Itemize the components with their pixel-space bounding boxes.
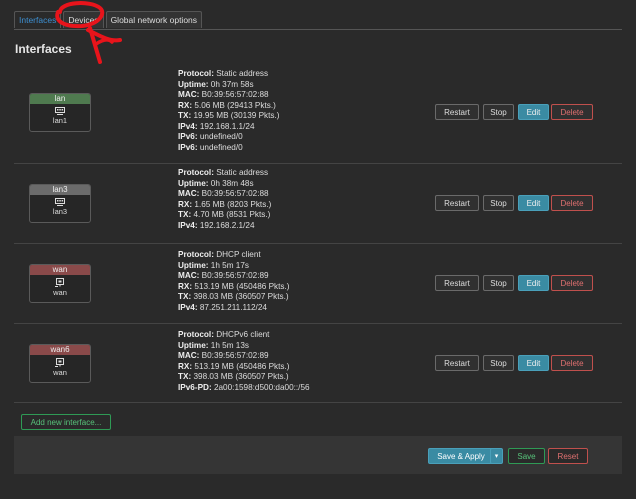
interface-badge-lan3: lan3 lan3 [29,184,91,223]
ethernet-port-icon [30,278,90,287]
tab-bar: Interfaces Devices Global network option… [14,11,204,29]
interface-name: lan3 [30,185,90,195]
interface-info-lan3: Protocol: Static address Uptime: 0h 38m … [178,168,272,230]
interface-device: wan [53,368,67,377]
interface-device: lan1 [52,116,68,125]
stop-button[interactable]: Stop [483,195,514,211]
row-divider [14,323,622,324]
reset-button[interactable]: Reset [548,448,588,464]
delete-button[interactable]: Delete [551,355,593,371]
interface-info-lan: Protocol: Static address Uptime: 0h 37m … [178,69,280,152]
tab-devices[interactable]: Devices [63,11,104,28]
ethernet-port-icon [30,358,90,367]
interface-device: lan3 [52,207,68,216]
switch-icon [30,198,90,206]
stop-button[interactable]: Stop [483,104,514,120]
interface-name: wan [30,265,90,275]
switch-icon [30,107,90,115]
interface-info-wan: Protocol: DHCP client Uptime: 1h 5m 17s … [178,250,290,312]
stop-button[interactable]: Stop [483,355,514,371]
interface-device: wan [53,288,67,297]
add-new-interface-button[interactable]: Add new interface... [21,414,111,430]
tab-divider [14,29,622,30]
restart-button[interactable]: Restart [435,275,479,291]
interface-name: wan6 [30,345,90,355]
delete-button[interactable]: Delete [551,275,593,291]
delete-button[interactable]: Delete [551,104,593,120]
row-divider [14,163,622,164]
interface-name: lan [30,94,90,104]
row-divider [14,402,622,403]
chevron-down-icon[interactable]: ▾ [490,448,503,464]
restart-button[interactable]: Restart [435,355,479,371]
interface-badge-lan: lan lan1 [29,93,91,132]
restart-button[interactable]: Restart [435,195,479,211]
page-title: Interfaces [15,42,72,56]
restart-button[interactable]: Restart [435,104,479,120]
interface-badge-wan: wan wan [29,264,91,303]
edit-button[interactable]: Edit [518,195,549,211]
tab-global-network-options[interactable]: Global network options [105,11,203,28]
interface-info-wan6: Protocol: DHCPv6 client Uptime: 1h 5m 13… [178,330,310,392]
stop-button[interactable]: Stop [483,275,514,291]
save-button[interactable]: Save [508,448,545,464]
edit-button[interactable]: Edit [518,355,549,371]
save-and-apply-button[interactable]: Save & Apply [428,448,494,464]
row-divider [14,243,622,244]
interface-badge-wan6: wan6 wan [29,344,91,383]
delete-button[interactable]: Delete [551,195,593,211]
tab-interfaces[interactable]: Interfaces [14,11,62,28]
edit-button[interactable]: Edit [518,275,549,291]
edit-button[interactable]: Edit [518,104,549,120]
